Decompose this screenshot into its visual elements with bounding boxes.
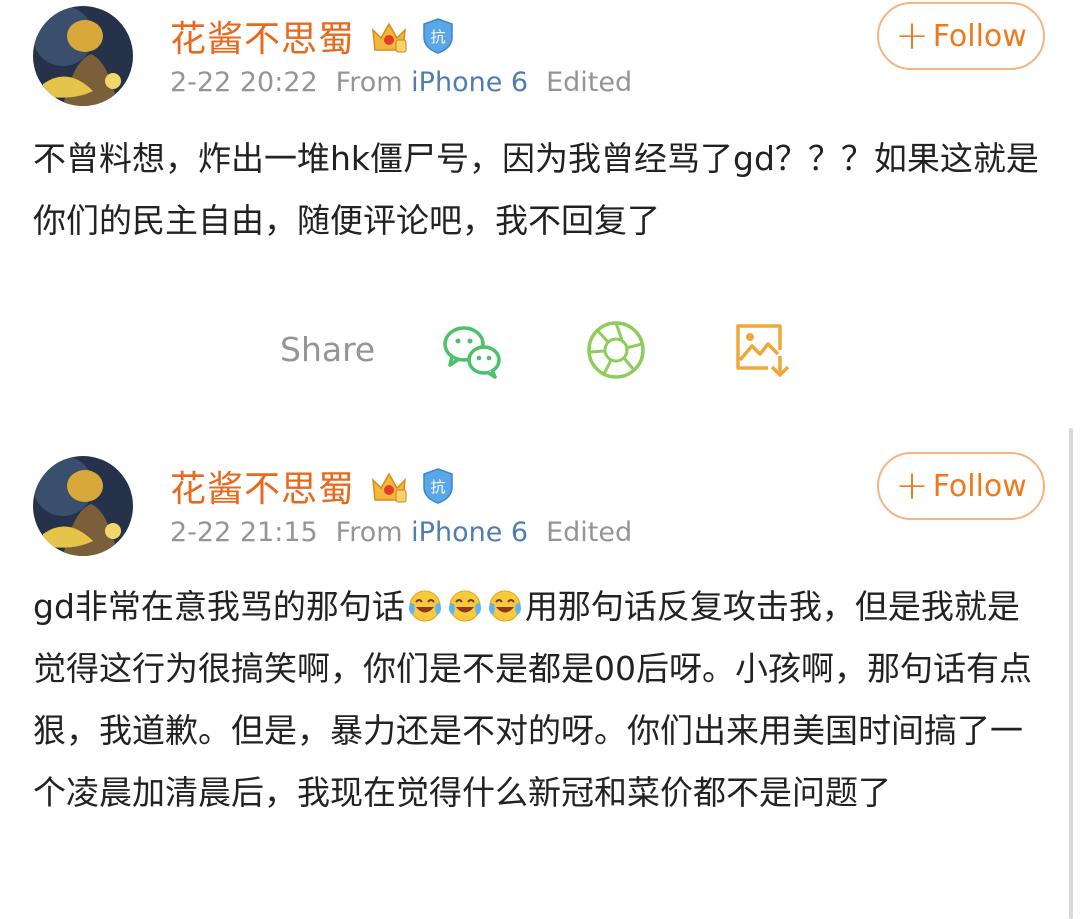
wechat-icon[interactable] (440, 318, 504, 382)
timestamp: 2-22 20:22 (170, 67, 318, 98)
scrollbar[interactable] (1069, 428, 1073, 919)
plus-icon: + (895, 463, 929, 509)
avatar[interactable] (33, 6, 133, 106)
avatar[interactable] (33, 456, 133, 556)
from-label: From (335, 67, 403, 98)
username[interactable]: 花酱不思蜀 (170, 10, 355, 62)
post-meta: 2-22 20:22 From iPhone 6 Edited (170, 67, 632, 98)
share-bar: Share (0, 318, 1080, 382)
follow-button[interactable]: + Follow (877, 2, 1045, 70)
device-link[interactable]: iPhone 6 (411, 517, 528, 548)
username[interactable]: 花酱不思蜀 (170, 460, 355, 512)
share-label: Share (280, 330, 376, 369)
shield-badge-icon: 抗 (423, 468, 453, 504)
laugh-cry-emoji (408, 590, 441, 622)
crown-badge-icon (372, 472, 407, 503)
post-text: gd非常在意我骂的那句话 用那句话反复攻击我，但是我就是觉得这行为很搞笑啊，你们是… (33, 576, 1048, 824)
svg-text:抗: 抗 (431, 478, 446, 496)
follow-label: Follow (932, 468, 1027, 504)
post-text-part: gd非常在意我骂的那句话 (33, 587, 405, 626)
post-text: 不曾料想，炸出一堆hk僵尸号，因为我曾经骂了gd？？？如果这就是你们的民主自由，… (33, 139, 1039, 240)
svg-text:抗: 抗 (431, 28, 446, 46)
laugh-cry-emoji (448, 590, 481, 622)
crown-badge-icon (372, 22, 407, 53)
from-label: From (335, 517, 403, 548)
edited-label: Edited (546, 517, 633, 548)
laugh-cry-emoji (488, 590, 521, 622)
save-image-icon[interactable] (730, 318, 794, 382)
post-meta: 2-22 21:15 From iPhone 6 Edited (170, 517, 632, 548)
edited-label: Edited (546, 67, 633, 98)
follow-button[interactable]: + Follow (877, 452, 1045, 520)
device-link[interactable]: iPhone 6 (411, 67, 528, 98)
plus-icon: + (895, 13, 929, 59)
shield-badge-icon: 抗 (423, 18, 453, 54)
emoji-group (405, 587, 525, 626)
timestamp: 2-22 21:15 (170, 517, 318, 548)
moments-icon[interactable] (584, 318, 648, 382)
follow-label: Follow (932, 18, 1027, 54)
